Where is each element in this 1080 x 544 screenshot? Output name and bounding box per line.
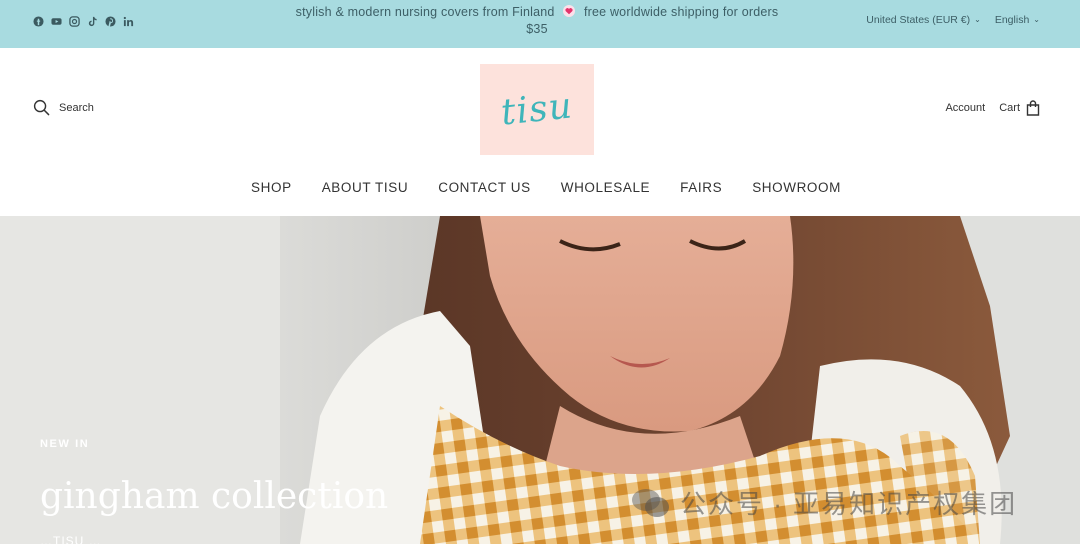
- facebook-icon[interactable]: [32, 15, 44, 27]
- announcement-bar: stylish & modern nursing covers from Fin…: [0, 0, 1080, 48]
- heart-icon: [563, 5, 576, 17]
- social-links: [32, 15, 134, 27]
- site-logo[interactable]: tisu: [480, 64, 594, 155]
- chevron-down-icon: ⌄: [974, 14, 981, 24]
- account-link[interactable]: Account: [945, 102, 985, 114]
- chevron-down-icon: ⌄: [1033, 14, 1040, 24]
- linkedin-icon[interactable]: [122, 15, 134, 27]
- main-nav: SHOP ABOUT TISU CONTACT US WHOLESALE FAI…: [0, 180, 1080, 204]
- nav-item-showroom[interactable]: SHOWROOM: [752, 180, 841, 204]
- announcement-text: stylish & modern nursing covers from Fin…: [280, 4, 794, 38]
- cart-label: Cart: [999, 102, 1020, 114]
- announcement-text-part2: free worldwide shipping for orders: [583, 5, 779, 19]
- site-header: Search tisu Account Cart: [0, 62, 1080, 160]
- search-button[interactable]: Search: [33, 99, 94, 116]
- language-selector[interactable]: English ⌄: [995, 14, 1040, 26]
- nav-item-fairs[interactable]: FAIRS: [680, 180, 722, 204]
- hero-tag: NEW IN: [40, 438, 90, 450]
- announcement-text-part1: stylish & modern nursing covers from Fin…: [295, 5, 555, 19]
- country-selector[interactable]: United States (EUR €) ⌄: [866, 14, 981, 26]
- nav-item-wholesale[interactable]: WHOLESALE: [561, 180, 650, 204]
- locale-selectors: United States (EUR €) ⌄ English ⌄: [866, 14, 1040, 26]
- nav-item-shop[interactable]: SHOP: [251, 180, 292, 204]
- tiktok-icon[interactable]: [86, 15, 98, 27]
- nav-item-about[interactable]: ABOUT TISU: [322, 180, 409, 204]
- language-selector-label: English: [994, 14, 1030, 26]
- search-label: Search: [59, 101, 94, 114]
- search-icon: [33, 99, 50, 116]
- announcement-text-line2: $35: [526, 22, 548, 36]
- watermark: 公众号 · 亚易知识产权集团: [630, 484, 1017, 521]
- country-selector-label: United States (EUR €): [866, 14, 971, 26]
- nav-item-contact[interactable]: CONTACT US: [438, 180, 531, 204]
- youtube-icon[interactable]: [50, 15, 62, 27]
- shopping-bag-icon: [1026, 100, 1040, 116]
- hero-banner[interactable]: NEW IN gingham collection …TISU … 公众号 · …: [0, 216, 1080, 544]
- wechat-icon: [632, 488, 669, 517]
- hero-title: gingham collection: [40, 476, 389, 517]
- hero-subtitle: …TISU …: [40, 534, 102, 544]
- logo-text: tisu: [499, 85, 575, 134]
- instagram-icon[interactable]: [68, 15, 80, 27]
- pinterest-icon[interactable]: [104, 15, 116, 27]
- header-actions: Account Cart: [945, 100, 1040, 116]
- watermark-text: 公众号 · 亚易知识产权集团: [680, 489, 1018, 519]
- cart-link[interactable]: Cart: [999, 100, 1040, 116]
